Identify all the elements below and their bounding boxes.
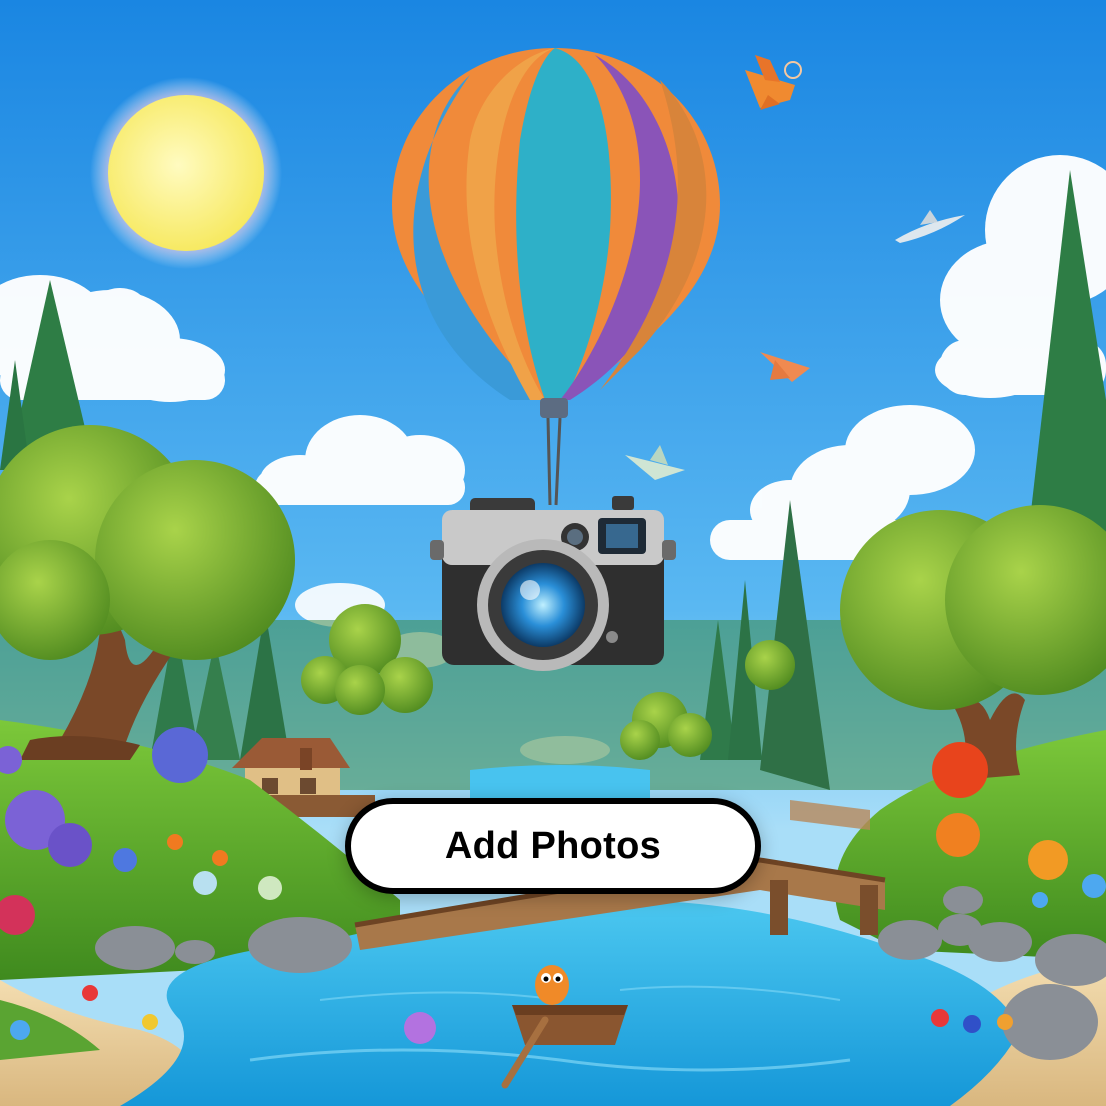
camera-icon [430, 496, 676, 671]
sun-icon [90, 77, 282, 269]
background-illustration [0, 0, 1106, 1106]
add-photos-button[interactable]: Add Photos [345, 798, 761, 894]
balloon-icon [404, 1012, 436, 1044]
